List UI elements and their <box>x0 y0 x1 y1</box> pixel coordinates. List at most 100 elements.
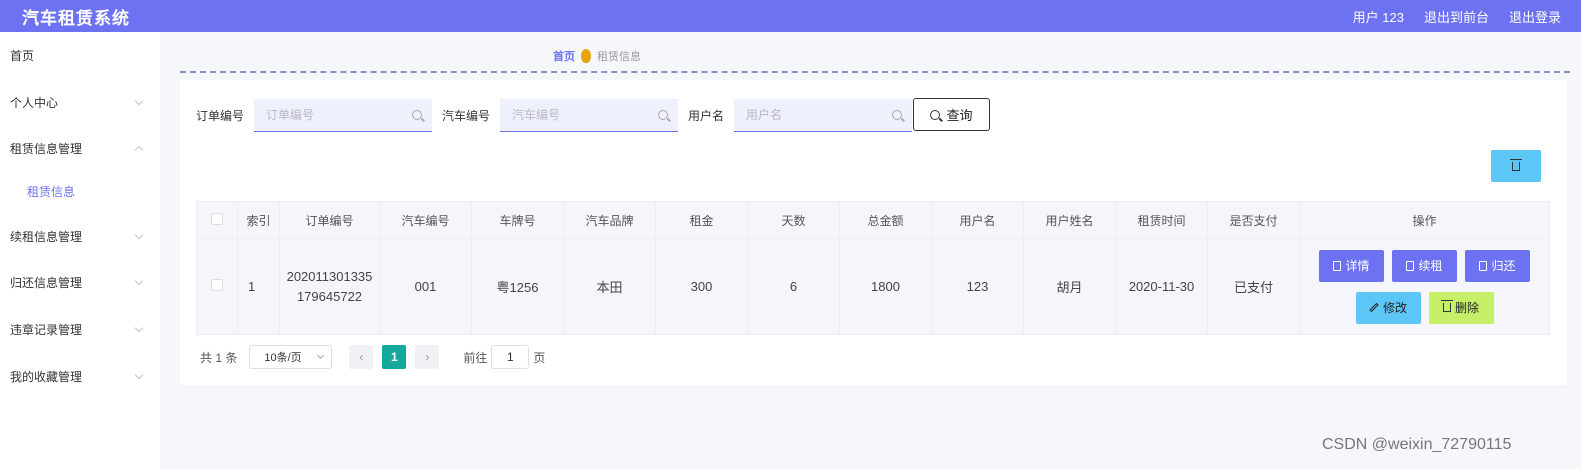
sidebar-item-return-management[interactable]: 归还信息管理 <box>0 267 160 297</box>
column-header: 租金 <box>655 201 748 239</box>
column-header: 车牌号 <box>471 201 564 239</box>
order-no-line: 179645722 <box>296 288 363 304</box>
prev-page-button[interactable]: ‹ <box>349 345 374 369</box>
column-header: 订单编号 <box>279 201 380 239</box>
sidebar-item-rental-info[interactable]: 租赁信息 <box>0 176 160 206</box>
separator-icon <box>581 49 591 63</box>
detail-button[interactable]: 详情 <box>1319 249 1384 282</box>
paid-cell: 已支付 <box>1207 238 1300 335</box>
column-header: 索引 <box>237 201 280 239</box>
edit-icon <box>1369 302 1379 313</box>
page-number-button[interactable]: 1 <box>382 345 407 369</box>
document-icon <box>1333 260 1342 271</box>
renew-button-label: 续租 <box>1418 259 1443 273</box>
brand-cell: 本田 <box>563 238 656 335</box>
sidebar-item-renewal-management[interactable]: 续租信息管理 <box>0 221 160 251</box>
car-no-input[interactable] <box>500 98 679 131</box>
sidebar-item-label: 我的收藏管理 <box>10 369 83 384</box>
top-bar-actions: 用户 123 退出到前台 退出登录 <box>1353 7 1561 26</box>
app-title: 汽车租赁系统 <box>22 8 130 28</box>
sidebar-item-home[interactable]: 首页 <box>0 40 160 70</box>
username-input[interactable] <box>734 98 913 131</box>
sidebar-item-violation-management[interactable]: 违章记录管理 <box>0 314 160 344</box>
sidebar-item-favorites-management[interactable]: 我的收藏管理 <box>0 361 160 391</box>
actions-cell: 详情 续租 归还 修改 删除 <box>1299 238 1550 335</box>
trash-icon <box>1510 158 1522 171</box>
sidebar-item-rental-management[interactable]: 租赁信息管理 <box>0 133 160 163</box>
delete-button[interactable]: 删除 <box>1428 291 1494 324</box>
car-no-cell: 001 <box>379 238 472 335</box>
username-field <box>734 98 913 132</box>
chevron-down-icon <box>134 370 144 379</box>
breadcrumb-home[interactable]: 首页 <box>553 48 575 64</box>
row-actions: 详情 续租 归还 修改 删除 <box>1300 249 1549 324</box>
chevron-down-icon <box>134 230 144 239</box>
order-no-cell: 202011301335 179645722 <box>279 238 380 335</box>
pagination: 共 1 条 10条/页 ‹ 1 › 前往 1 页 <box>200 345 545 369</box>
top-bar: 汽车租赁系统 用户 123 退出到前台 退出登录 <box>0 0 1581 32</box>
order-no-input[interactable] <box>254 98 433 131</box>
search-icon <box>658 109 669 120</box>
edit-button-label: 修改 <box>1382 301 1407 315</box>
column-header: 操作 <box>1299 201 1550 239</box>
actions-row: 修改 删除 <box>1355 291 1494 324</box>
page-size-select[interactable]: 10条/页 <box>249 345 333 369</box>
goto-page-input[interactable]: 1 <box>491 345 530 369</box>
select-all-cell <box>196 201 238 239</box>
order-no-field <box>254 98 433 132</box>
plate-cell: 粤1256 <box>471 238 564 335</box>
trash-icon <box>1440 300 1453 312</box>
sidebar-item-label: 违章记录管理 <box>10 322 83 337</box>
divider <box>180 71 1570 73</box>
sidebar-item-label: 个人中心 <box>10 95 59 110</box>
sidebar-item-label: 租赁信息 <box>27 184 76 199</box>
column-header: 用户名 <box>931 201 1024 239</box>
chevron-down-icon <box>134 96 144 105</box>
column-header: 汽车品牌 <box>563 201 656 239</box>
page-size-value: 10条/页 <box>264 352 302 364</box>
rental-table: 索引 订单编号 汽车编号 车牌号 汽车品牌 租金 天数 总金额 用户名 用户姓名… <box>196 201 1550 335</box>
total-cell: 1800 <box>839 238 932 335</box>
goto-label: 前往 <box>463 350 488 365</box>
date-cell: 2020-11-30 <box>1115 238 1208 335</box>
search-icon <box>412 109 423 120</box>
car-no-label: 汽车编号 <box>442 108 491 123</box>
breadcrumb-current: 租赁信息 <box>597 51 641 63</box>
batch-delete-button[interactable] <box>1491 150 1541 182</box>
actions-row: 详情 续租 归还 <box>1319 249 1530 282</box>
rent-cell: 300 <box>655 238 748 335</box>
row-select-cell <box>196 238 238 335</box>
table-row: 1 202011301335 179645722 001 粤1256 本田 30… <box>196 238 1550 335</box>
exit-to-front-link[interactable]: 退出到前台 <box>1424 7 1489 26</box>
column-header: 总金额 <box>839 201 932 239</box>
current-user: 用户 123 <box>1352 9 1404 25</box>
order-no-label: 订单编号 <box>196 108 245 123</box>
order-no-line: 202011301335 <box>286 268 373 284</box>
column-header: 是否支付 <box>1207 201 1300 239</box>
select-all-checkbox[interactable] <box>211 212 223 225</box>
chevron-down-icon <box>134 276 144 285</box>
query-button[interactable]: 查询 <box>913 98 990 131</box>
sidebar-item-label: 首页 <box>10 48 35 63</box>
logout-link[interactable]: 退出登录 <box>1509 7 1561 26</box>
name-cell: 胡月 <box>1023 238 1116 335</box>
days-cell: 6 <box>747 238 840 335</box>
return-button[interactable]: 归还 <box>1465 249 1530 282</box>
row-checkbox[interactable] <box>211 279 223 291</box>
sidebar-item-personal-center[interactable]: 个人中心 <box>0 87 160 117</box>
column-header: 天数 <box>747 201 840 239</box>
page-suffix: 页 <box>533 350 546 365</box>
renew-button[interactable]: 续租 <box>1392 249 1457 282</box>
sidebar-item-label: 租赁信息管理 <box>10 141 83 156</box>
search-icon <box>930 109 941 120</box>
chevron-down-icon <box>134 323 144 332</box>
document-icon <box>1479 260 1488 271</box>
edit-button[interactable]: 修改 <box>1355 291 1421 324</box>
search-bar: 订单编号 汽车编号 用户名 <box>196 98 922 132</box>
document-icon <box>1406 260 1415 271</box>
next-page-button[interactable]: › <box>415 345 440 369</box>
username-cell: 123 <box>931 238 1024 335</box>
column-header: 汽车编号 <box>379 201 472 239</box>
search-icon <box>892 109 903 120</box>
sidebar: 首页 个人中心 租赁信息管理 租赁信息 续租信息管理 归还信息管理 违章记录管理… <box>0 32 160 469</box>
